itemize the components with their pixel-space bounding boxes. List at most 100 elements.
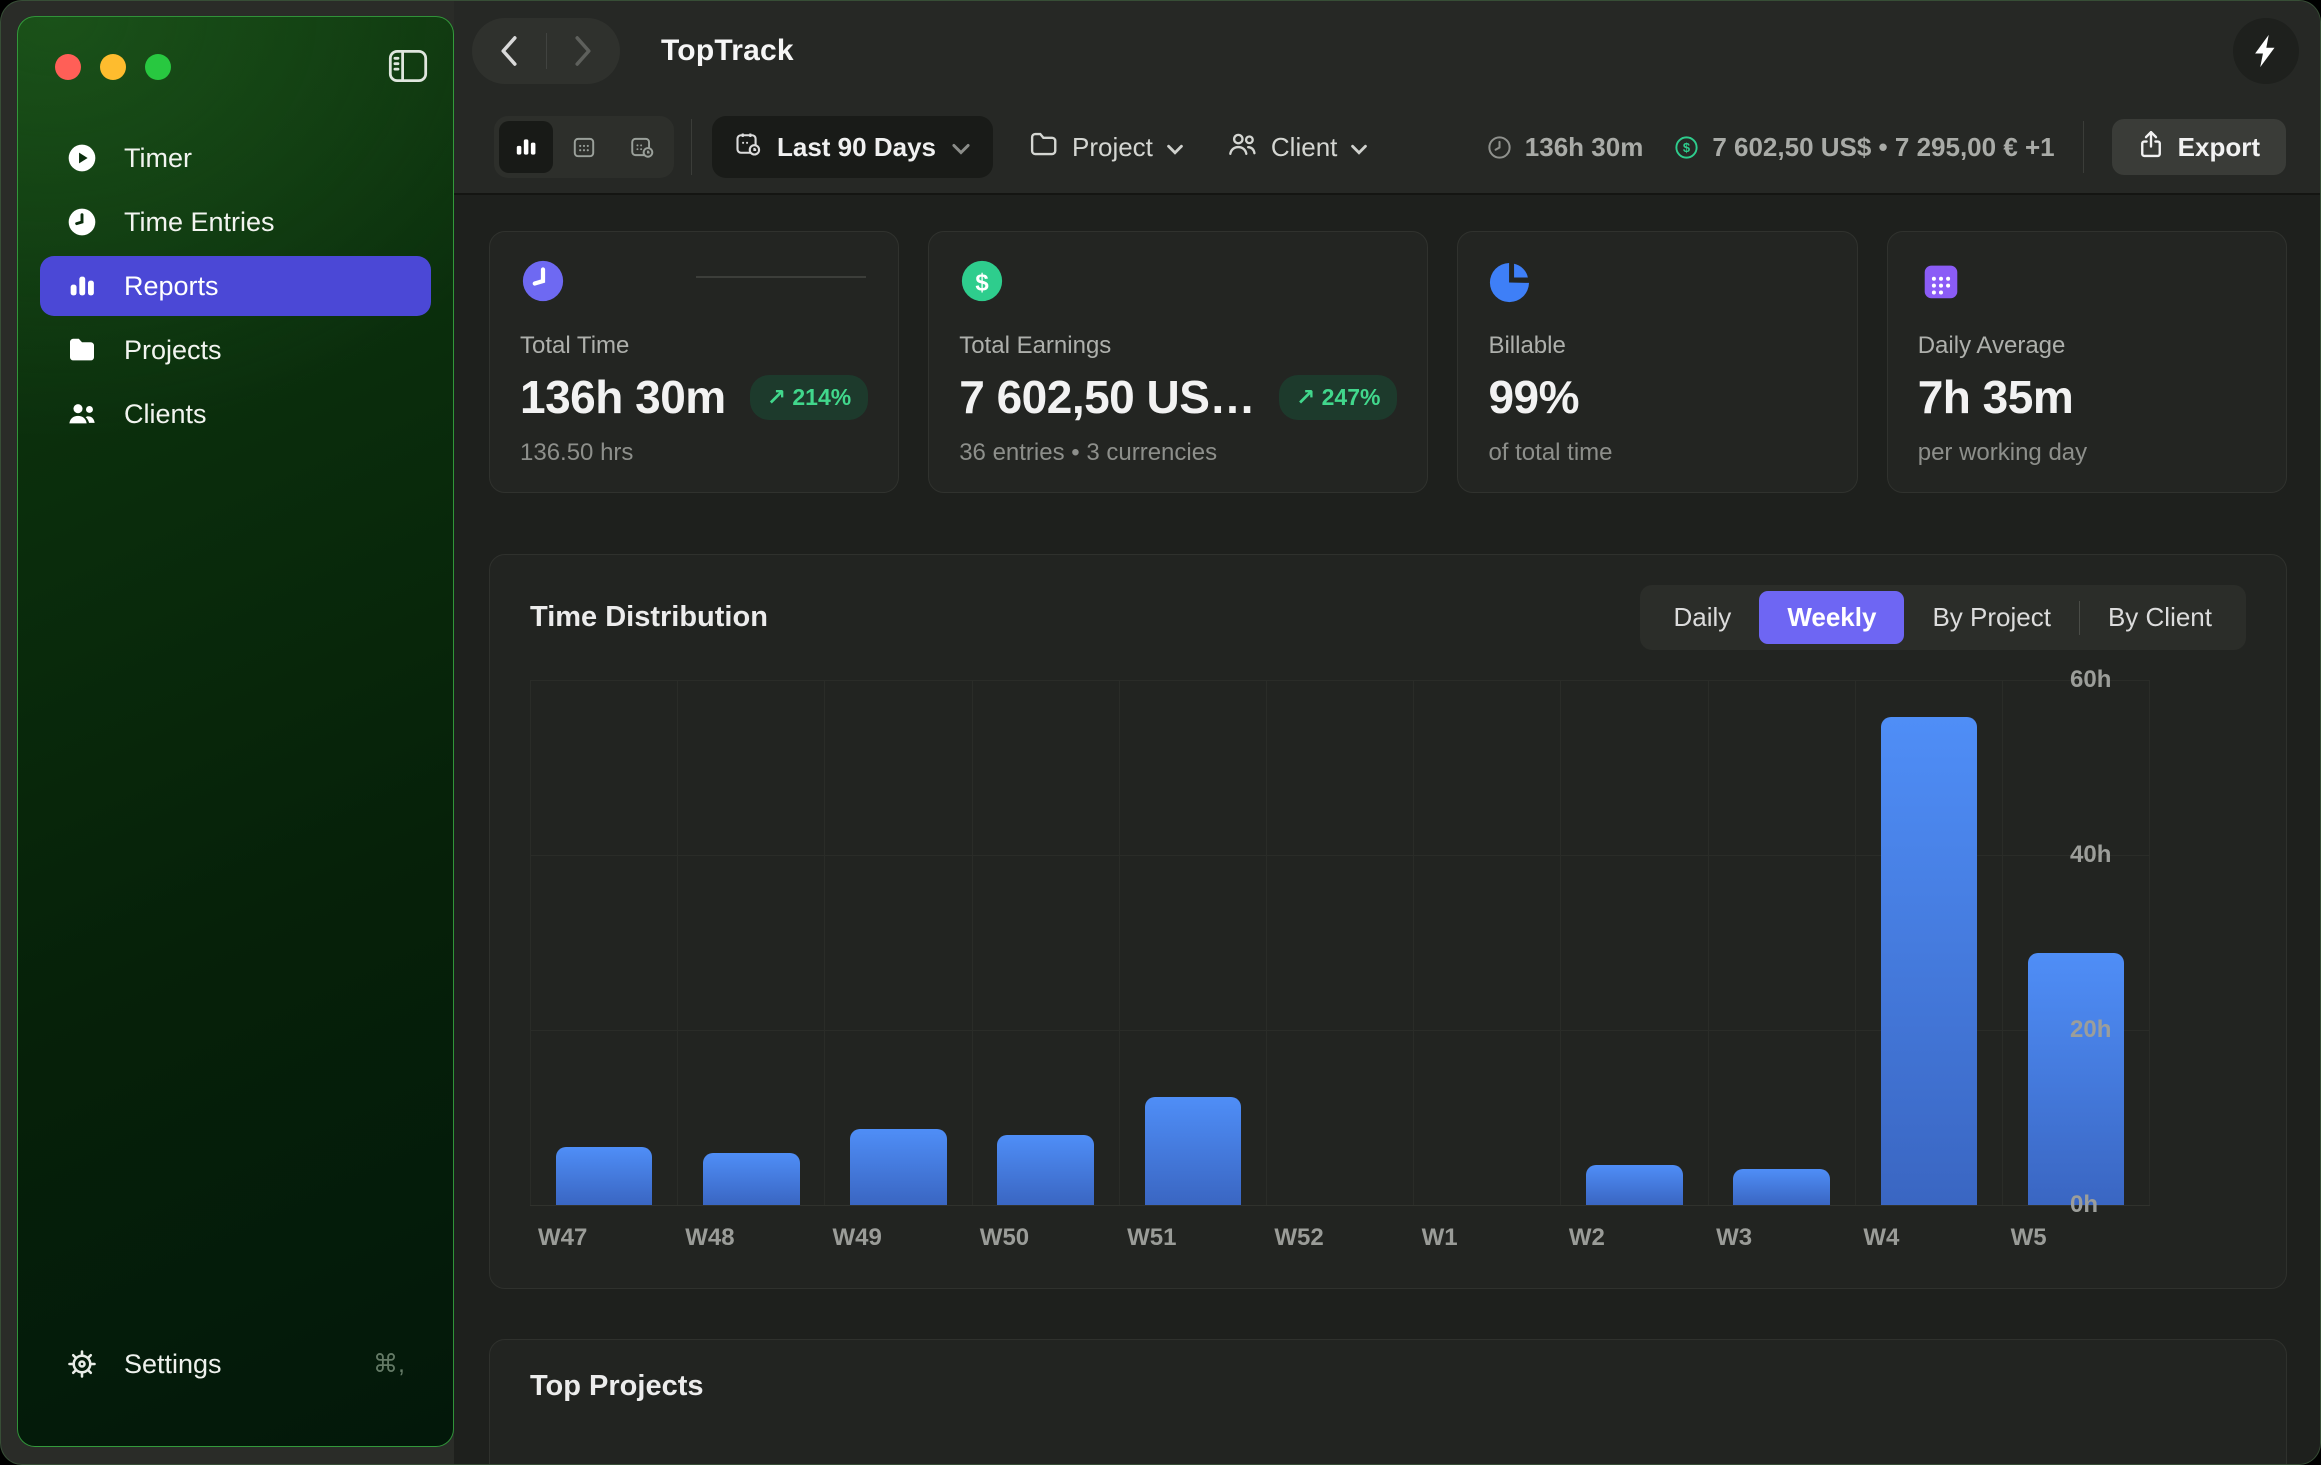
chart-column-w3	[1708, 680, 1855, 1205]
stat-card-subtext: 136.50 hrs	[520, 439, 868, 467]
chart-y-axis: 60h40h20h0h	[2054, 680, 2150, 1205]
tab-weekly[interactable]: Weekly	[1759, 591, 1904, 644]
stat-card-total-earnings: $Total Earnings7 602,50 US…↗ 247%36 entr…	[928, 231, 1428, 493]
zoom-button[interactable]	[145, 54, 171, 80]
y-tick-40h: 40h	[2070, 841, 2111, 869]
sidebar: TimerTime EntriesReportsProjectsClients …	[17, 16, 454, 1447]
clock-filled-icon	[520, 258, 566, 304]
content-area: Total Time 136h 30m ↗ 214% 136.50 hrs $ Total…	[454, 195, 2320, 1464]
back-button[interactable]	[472, 18, 546, 84]
sidebar-nav: Timer Time Entries Reports Projects Clients	[18, 128, 453, 444]
time-distribution-tabs: DailyWeeklyBy ProjectBy Client	[1640, 585, 2246, 650]
stat-card-value: 136h 30m	[520, 370, 726, 424]
bar-w51	[1145, 1097, 1241, 1205]
filter-bar: Last 90 Days Project Client	[454, 101, 2320, 193]
tab-by-client[interactable]: By Client	[2080, 591, 2240, 644]
stat-card-label: Total Time	[520, 332, 868, 360]
calendar-view-button[interactable]	[557, 121, 611, 173]
sparkline	[696, 276, 866, 278]
bar-w47	[556, 1147, 652, 1205]
chart-column-w48	[677, 680, 824, 1205]
chart-x-axis: W47W48W49W50W51W52W1W2W3W4W5	[530, 1224, 2150, 1252]
chart-column-w52	[1266, 680, 1413, 1205]
sidebar-item-settings[interactable]: Settings ⌘,	[40, 1334, 431, 1394]
export-button[interactable]: Export	[2112, 119, 2286, 175]
quick-actions-button[interactable]	[2233, 18, 2299, 84]
project-filter-label: Project	[1072, 132, 1153, 163]
header-total-earnings-value: 7 602,50 US$ • 7 295,00 € +1	[1712, 132, 2054, 163]
y-tick-20h: 20h	[2070, 1016, 2111, 1044]
sidebar-item-timer[interactable]: Timer	[40, 128, 431, 188]
weekly-bar-chart: 60h40h20h0h W47W48W49W50W51W52W1W2W3W4W5	[530, 680, 2246, 1252]
top-projects-title: Top Projects	[530, 1370, 2246, 1403]
x-tick-w51: W51	[1119, 1224, 1266, 1252]
tab-daily[interactable]: Daily	[1646, 591, 1760, 644]
chart-column-w51	[1119, 680, 1266, 1205]
x-tick-w5: W5	[2003, 1224, 2150, 1252]
play-circle-icon	[66, 142, 98, 174]
calendar-clock-icon	[734, 130, 762, 165]
users-icon	[66, 398, 98, 430]
y-tick-60h: 60h	[2070, 666, 2111, 694]
chart-view-button[interactable]	[499, 121, 553, 173]
x-tick-w50: W50	[972, 1224, 1119, 1252]
stat-card-value: 99%	[1488, 370, 1579, 424]
header-total-time-value: 136h 30m	[1525, 132, 1644, 163]
close-button[interactable]	[55, 54, 81, 80]
clock-outline-icon	[1486, 134, 1513, 161]
page-title: TopTrack	[661, 34, 794, 68]
client-filter-button[interactable]: Client	[1226, 130, 1368, 165]
title-bar: TopTrack	[454, 1, 2320, 101]
share-icon	[2138, 129, 2164, 166]
sidebar-item-time-entries[interactable]: Time Entries	[40, 192, 431, 252]
trend-badge: ↗ 214%	[750, 375, 869, 420]
header-total-earnings: $ 7 602,50 US$ • 7 295,00 € +1	[1673, 132, 2054, 163]
sidebar-item-reports[interactable]: Reports	[40, 256, 431, 316]
client-filter-label: Client	[1271, 132, 1337, 163]
export-label: Export	[2178, 132, 2260, 163]
sidebar-item-clients[interactable]: Clients	[40, 384, 431, 444]
chart-plot-area: 60h40h20h0h	[530, 680, 2150, 1206]
chevron-down-icon	[1166, 132, 1184, 163]
users-icon	[1226, 130, 1258, 165]
stat-card-label: Billable	[1488, 332, 1826, 360]
bar-w48	[703, 1153, 799, 1205]
folder-icon	[1029, 130, 1059, 165]
x-tick-w2: W2	[1561, 1224, 1708, 1252]
sidebar-item-label: Time Entries	[124, 207, 275, 238]
export-divider	[2083, 121, 2084, 173]
dollar-circle-icon: $	[1673, 134, 1700, 161]
x-tick-w48: W48	[677, 1224, 824, 1252]
settings-label: Settings	[124, 1349, 222, 1380]
sidebar-toggle-icon[interactable]	[387, 47, 429, 85]
calendar-clock-view-button[interactable]	[615, 121, 669, 173]
stat-card-billable: Billable99%of total time	[1457, 231, 1857, 493]
sidebar-item-projects[interactable]: Projects	[40, 320, 431, 380]
stat-card-label: Total Earnings	[959, 332, 1397, 360]
chevron-down-icon	[1350, 132, 1368, 163]
bar-w49	[850, 1129, 946, 1205]
project-filter-button[interactable]: Project	[1029, 130, 1184, 165]
forward-button[interactable]	[547, 18, 621, 84]
sidebar-item-label: Clients	[124, 399, 207, 430]
svg-text:$: $	[976, 270, 989, 297]
top-projects-panel: Top Projects ProjectTimeEarnings%	[489, 1339, 2287, 1464]
folder-icon	[66, 334, 98, 366]
chevron-down-icon	[951, 132, 971, 163]
date-range-label: Last 90 Days	[777, 132, 936, 163]
bar-chart-icon	[66, 270, 98, 302]
tab-by-project[interactable]: By Project	[1904, 591, 2079, 644]
stat-card-total-time: Total Time 136h 30m ↗ 214% 136.50 hrs	[489, 231, 899, 493]
stat-card-subtext: 36 entries • 3 currencies	[959, 439, 1397, 467]
time-distribution-panel: Time Distribution DailyWeeklyBy ProjectB…	[489, 554, 2287, 1289]
bar-w50	[997, 1135, 1093, 1205]
date-range-button[interactable]: Last 90 Days	[712, 116, 993, 178]
stat-card-value: 7 602,50 US…	[959, 370, 1255, 424]
gear-icon	[66, 1348, 98, 1380]
chart-column-w49	[824, 680, 971, 1205]
clock-icon	[66, 206, 98, 238]
minimize-button[interactable]	[100, 54, 126, 80]
view-toggle-group	[494, 116, 674, 178]
sidebar-item-label: Projects	[124, 335, 222, 366]
chart-column-w47	[530, 680, 677, 1205]
